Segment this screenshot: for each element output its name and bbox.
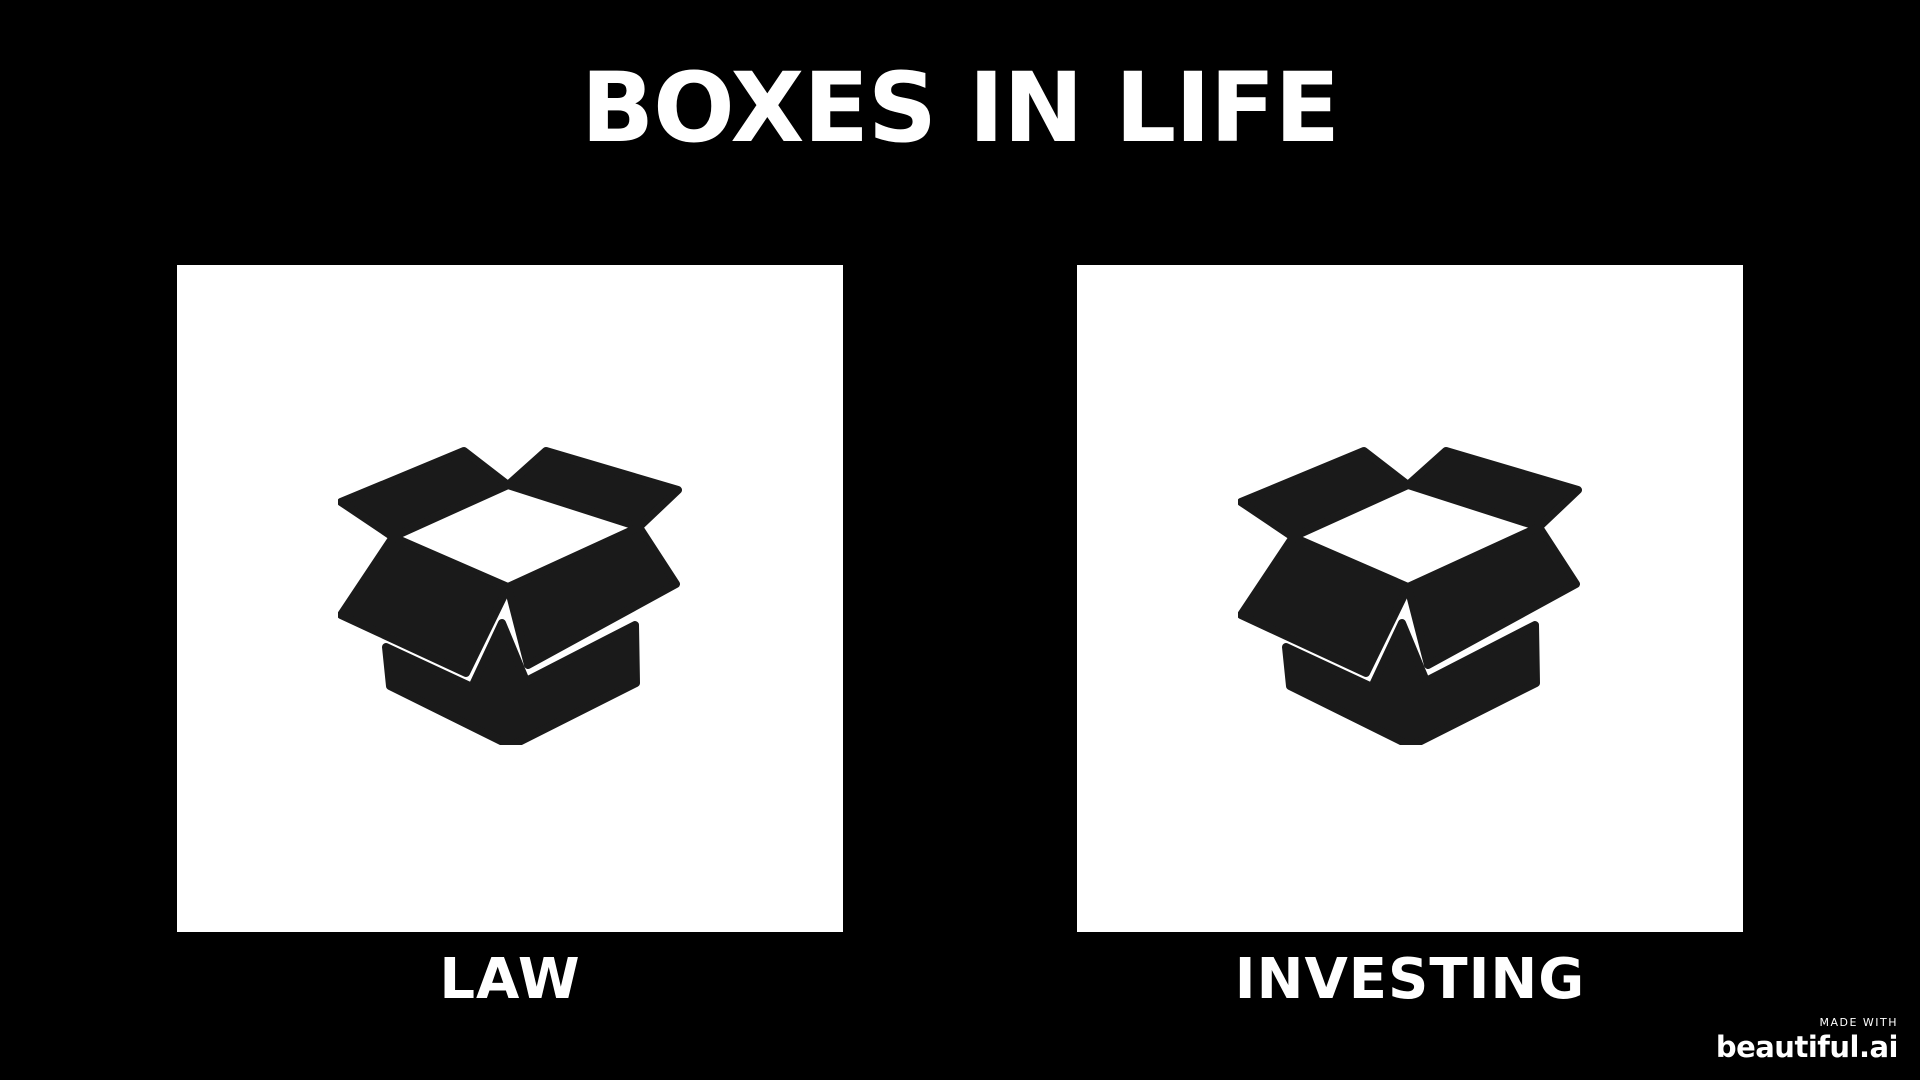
card-label-investing: INVESTING	[1234, 947, 1586, 1012]
card-investing	[1077, 265, 1743, 932]
open-box-icon	[338, 447, 682, 745]
watermark-made-with: MADE WITH	[1819, 1016, 1898, 1029]
card-label-law: LAW	[439, 947, 581, 1012]
open-box-icon	[1238, 447, 1582, 745]
card-law	[177, 265, 843, 932]
slide-title: BOXES IN LIFE	[580, 52, 1340, 164]
slide: BOXES IN LIFE LAW INVESTING MADE WITH be…	[0, 0, 1920, 1080]
beautiful-ai-watermark[interactable]: MADE WITH beautiful.ai	[1715, 1016, 1899, 1064]
watermark-brand: beautiful.ai	[1715, 1030, 1899, 1064]
